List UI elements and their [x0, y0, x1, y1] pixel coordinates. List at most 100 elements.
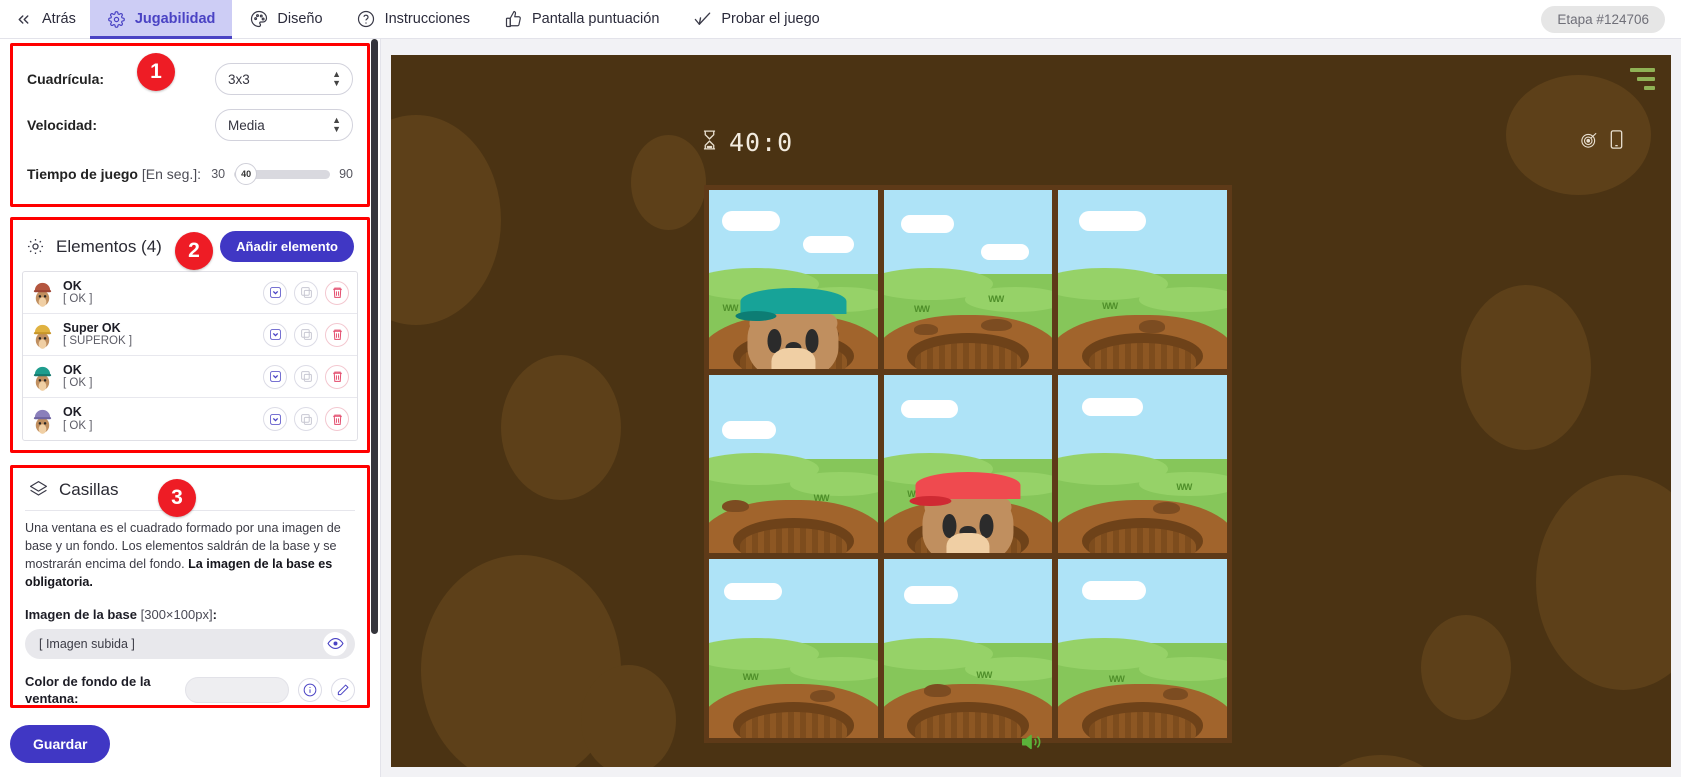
save-button[interactable]: Guardar — [10, 725, 111, 763]
game-timer: 40:0 — [701, 128, 793, 157]
grass-tuft: WW — [976, 670, 992, 681]
mole-character[interactable] — [735, 287, 847, 369]
cloud — [900, 215, 955, 233]
duplicate-icon[interactable] — [294, 322, 318, 347]
grid-cell[interactable]: WW WW — [883, 190, 1053, 369]
element-thumbnail-icon — [31, 320, 54, 349]
cloud — [722, 211, 780, 232]
pencil-icon[interactable] — [331, 678, 355, 703]
grass-tuft: WW — [1176, 481, 1192, 492]
annotation-badge-2: 2 — [175, 232, 213, 270]
nav-item-jugabilidad[interactable]: Jugabilidad — [89, 0, 233, 39]
delete-icon[interactable] — [325, 280, 349, 305]
element-row[interactable]: OK [ OK ] — [23, 398, 357, 440]
duplicate-icon[interactable] — [294, 280, 318, 305]
timer-value: 40:0 — [729, 127, 794, 157]
background-blob — [501, 355, 621, 500]
collapse-icon[interactable] — [263, 364, 287, 389]
info-icon[interactable] — [298, 678, 322, 703]
mole-character[interactable] — [909, 472, 1021, 554]
delete-icon[interactable] — [325, 407, 349, 431]
chevron-updown-icon: ▲ ▼ — [332, 69, 341, 88]
grass-tuft: WW — [988, 293, 1004, 304]
elements-list: OK [ OK ] Super OK [SUPEROK] OK [OK]… — [22, 271, 358, 441]
speaker-icon[interactable] — [1020, 732, 1042, 757]
stage-id-badge: Etapa #124706 — [1541, 5, 1665, 33]
duplicate-icon[interactable] — [294, 364, 318, 389]
rock — [810, 689, 836, 703]
base-image-label-text: Imagen de la base — [25, 606, 137, 622]
element-code: [ SUPEROK ] — [63, 335, 133, 348]
element-info: Super OK [ SUPEROK ] — [63, 321, 263, 349]
delete-icon[interactable] — [325, 364, 349, 389]
game-stage[interactable]: 40:0 WW WW WW WW WW WW WW WW WW — [391, 55, 1671, 767]
game-preview-pane: 40:0 WW WW WW WW WW WW WW WW WW — [381, 39, 1681, 777]
mole-hole — [732, 702, 855, 738]
casillas-description: Una ventana es el cuadrado formado por u… — [25, 510, 355, 592]
element-actions — [263, 364, 349, 389]
layers-icon — [29, 479, 50, 500]
speed-setting-row: Velocidad: Media ▲ ▼ — [27, 106, 353, 144]
element-thumbnail-icon — [31, 278, 54, 307]
slider-knob[interactable]: 40 — [235, 163, 258, 185]
element-row[interactable]: Super OK [ SUPEROK ] — [23, 314, 357, 356]
base-image-field[interactable]: [ Imagen subida ] — [25, 628, 355, 659]
game-grid[interactable]: WW WW WW WW WW WW WW WW WW — [704, 185, 1232, 743]
playtime-slider[interactable]: 40 — [234, 163, 331, 185]
grid-cell[interactable]: WW — [1058, 374, 1227, 554]
cloud — [903, 586, 958, 604]
element-row[interactable]: OK [ OK ] — [23, 356, 357, 398]
collapse-icon[interactable] — [263, 280, 287, 305]
nav-item-label: Probar el juego — [721, 11, 820, 27]
nav-item-atras[interactable]: Atrás — [0, 0, 90, 38]
grid-cell[interactable]: WW — [709, 374, 878, 554]
cloud — [981, 243, 1029, 260]
element-row[interactable]: OK [ OK ] — [23, 272, 357, 314]
settings-sidebar: 1 Cuadrícula: 3x3 ▲ ▼ Velocidad: Media ▲ ▼ — [0, 39, 381, 777]
grid-select-value: 3x3 — [228, 71, 250, 87]
target-icon[interactable] — [1580, 131, 1598, 154]
element-thumbnail-icon — [31, 405, 54, 434]
collapse-icon[interactable] — [263, 322, 287, 347]
nav-item-label: Jugabilidad — [134, 11, 216, 27]
sidebar-scroll-area[interactable]: 1 Cuadrícula: 3x3 ▲ ▼ Velocidad: Media ▲ ▼ — [0, 39, 380, 711]
background-blob — [1321, 755, 1441, 767]
nav-item-pantalla-puntuacion[interactable]: Pantalla puntuación — [487, 0, 676, 38]
window-bg-color-swatch[interactable] — [185, 677, 289, 704]
rock — [1152, 501, 1180, 515]
grid-cell[interactable]: WW — [883, 559, 1053, 738]
grid-select[interactable]: 3x3 ▲ ▼ — [215, 63, 353, 95]
nav-item-probar-el-juego[interactable]: Probar el juego — [676, 0, 836, 38]
collapse-icon[interactable] — [263, 407, 287, 431]
cloud — [900, 399, 958, 418]
add-element-button[interactable]: Añadir elemento — [220, 231, 354, 262]
eye-icon[interactable] — [323, 631, 347, 656]
delete-icon[interactable] — [325, 322, 349, 347]
duplicate-icon[interactable] — [294, 407, 318, 431]
nav-item-label: Pantalla puntuación — [532, 11, 660, 27]
cloud — [1078, 211, 1147, 232]
grid-cell[interactable]: WW — [709, 559, 878, 738]
grass-tuft: WW — [914, 304, 930, 315]
base-image-label: Imagen de la base [300×100px]: — [25, 606, 217, 622]
nav-item-diseno[interactable]: Diseño — [232, 0, 339, 38]
grid-cell[interactable]: WW — [1058, 190, 1227, 369]
grid-cell[interactable]: WW — [709, 190, 878, 369]
sidebar-scrollbar-thumb[interactable] — [371, 39, 378, 634]
gear-icon — [26, 236, 47, 257]
speed-select[interactable]: Media ▲ ▼ — [215, 109, 353, 141]
grid-cell[interactable]: WW — [883, 374, 1053, 554]
hamburger-menu-icon[interactable] — [1630, 68, 1655, 90]
rock — [1162, 687, 1189, 701]
game-hud: 40:0 — [391, 127, 1671, 157]
annotation-badge-1: 1 — [137, 53, 175, 91]
speed-select-value: Media — [228, 117, 265, 133]
nav-item-label: Atrás — [42, 11, 76, 27]
grid-cell[interactable]: WW — [1058, 559, 1227, 738]
mobile-device-icon[interactable] — [1610, 130, 1623, 154]
element-info: OK [ OK ] — [63, 363, 263, 391]
palette-icon — [249, 10, 268, 29]
element-name: Super OK — [63, 320, 121, 335]
nav-item-instrucciones[interactable]: Instrucciones — [340, 0, 487, 38]
